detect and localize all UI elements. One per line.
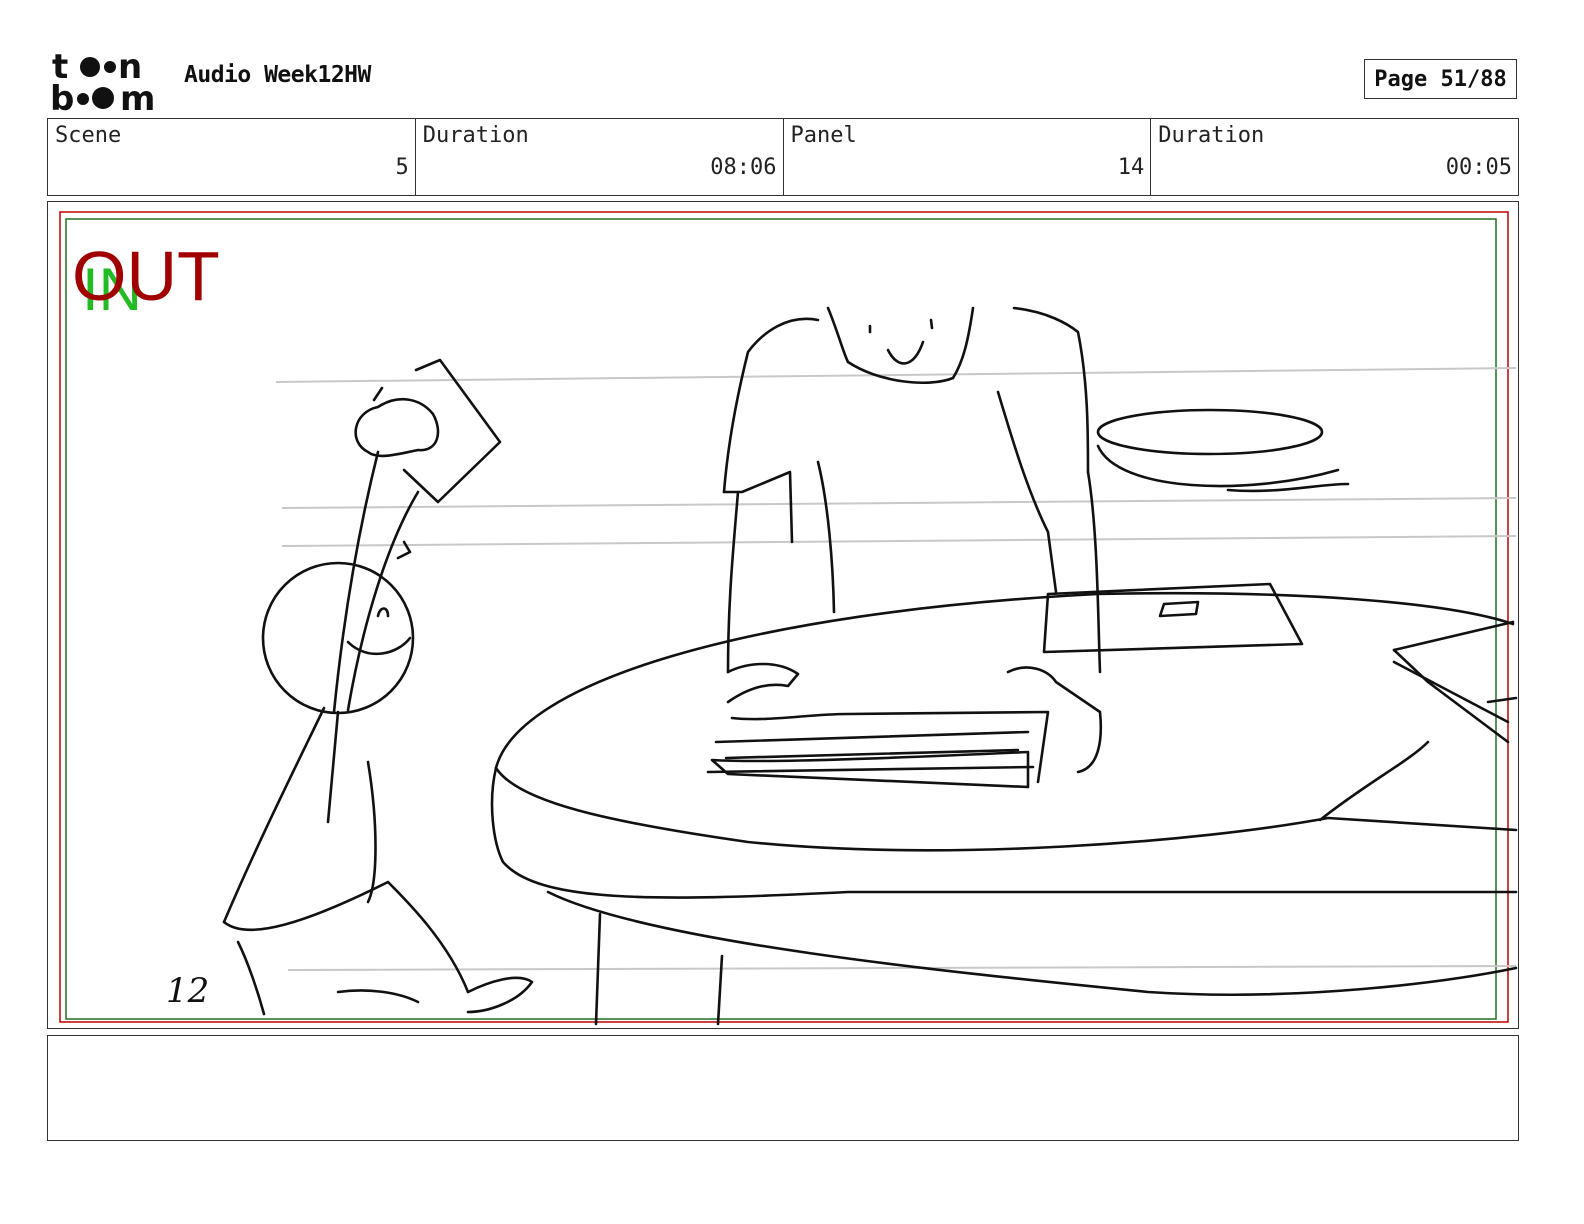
bowl-sketch [1096,408,1350,493]
panel-cell: Panel 14 [784,119,1152,195]
background-guide-lines [275,367,1517,971]
storyboard-panel: IN OUT 12 [47,201,1519,1029]
panel-duration-label: Duration [1158,123,1265,148]
scene-cell: Scene 5 [48,119,416,195]
panel-duration-value: 00:05 [1445,155,1512,180]
scene-duration-cell: Duration 08:06 [416,119,784,195]
svg-text:b: b [50,79,74,114]
project-title: Audio Week12HW [184,62,371,88]
panel-label: Panel [790,123,857,148]
sketch-number: 12 [166,971,209,1011]
right-papers-sketch [1392,620,1518,744]
scene-value: 5 [395,155,409,180]
out-marker: OUT [72,237,220,315]
frame-green-border [65,218,1497,1020]
toon-boom-logo: t n b m [50,47,166,119]
table-sketch [490,591,1518,1026]
svg-text:m: m [120,79,153,114]
panel-value: 14 [1117,155,1145,180]
caption-box [47,1035,1519,1141]
panel-duration-cell: Duration 00:05 [1151,119,1518,195]
panel-info-row: Scene 5 Duration 08:06 Panel 14 Duration… [47,118,1519,196]
scene-duration-label: Duration [422,123,529,148]
page-indicator: Page 51/88 [1364,59,1517,99]
panel-sketch: IN OUT 12 [59,211,1518,1026]
scene-duration-value: 08:06 [710,155,777,180]
paper-stack-sketch [706,710,1050,789]
scene-label: Scene [55,123,122,148]
frame-red-border [59,211,1509,1023]
child-figure-sketch [222,358,534,1016]
